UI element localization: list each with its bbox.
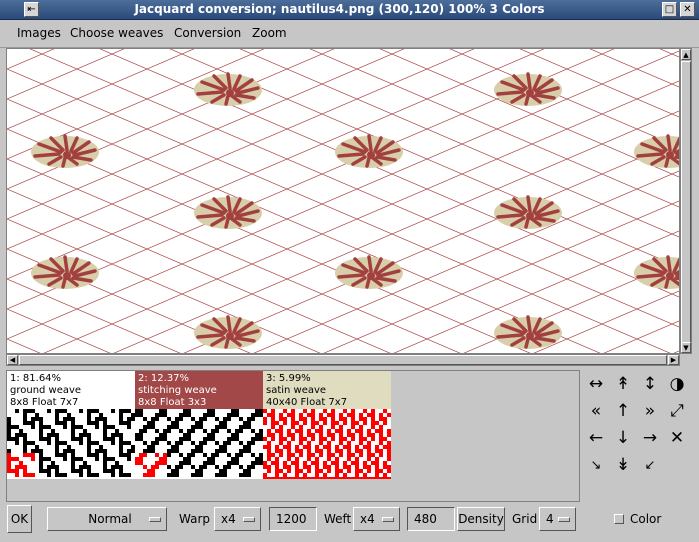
scroll-down-icon[interactable]: ▼ <box>681 342 691 353</box>
weave-header: 3: 5.99% satin weave 40x40 Float 7x7 <box>263 371 391 409</box>
up-icon[interactable]: ↑ <box>611 399 635 423</box>
vertical-scroll-thumb[interactable] <box>681 61 691 343</box>
weave-percent: 3: 5.99% <box>266 373 311 384</box>
weave-spec: 8x8 Float 3x3 <box>138 397 207 408</box>
weave-slot-2[interactable]: 2: 12.37% stitching weave 8x8 Float 3x3 <box>135 371 263 479</box>
scroll-right-icon[interactable]: ▶ <box>668 355 679 365</box>
weft-multiplier-select[interactable]: x4 <box>353 507 400 531</box>
close-icon[interactable]: ✕ <box>680 2 695 17</box>
weave-spec: 8x8 Float 7x7 <box>10 397 79 408</box>
mode-select[interactable]: Normal <box>47 507 167 531</box>
weave-pattern <box>263 409 391 479</box>
weft-multiplier-value: x4 <box>360 512 375 526</box>
bottom-toolbar: OK Normal Warp x4 1200 Weft x4 480 Densi… <box>0 504 699 542</box>
dropdown-icon <box>558 517 570 522</box>
dropdown-icon <box>149 517 161 522</box>
menu-bar: Images Choose weaves Conversion Zoom <box>0 20 699 48</box>
weave-slot-1[interactable]: 1: 81.64% ground weave 8x8 Float 7x7 <box>7 371 135 479</box>
color-label: Color <box>630 512 662 526</box>
pattern-preview <box>7 49 679 353</box>
nautilus-motif <box>192 72 264 108</box>
down-icon[interactable]: ↓ <box>611 426 635 450</box>
weave-header: 1: 81.64% ground weave 8x8 Float 7x7 <box>7 371 135 409</box>
window-menu-icon[interactable]: ⇤ <box>24 2 39 17</box>
weave-pattern <box>135 409 263 479</box>
image-canvas[interactable] <box>6 48 680 354</box>
weave-name: satin weave <box>266 385 327 396</box>
menu-conversion[interactable]: Conversion <box>174 26 241 40</box>
grid-value: 4 <box>546 512 554 526</box>
nautilus-motif <box>492 72 564 108</box>
weave-spec: 40x40 Float 7x7 <box>266 397 348 408</box>
weave-header: 2: 12.37% stitching weave 8x8 Float 3x3 <box>135 371 263 409</box>
right-icon[interactable]: → <box>638 426 662 450</box>
weft-input[interactable]: 480 <box>407 507 455 531</box>
weave-percent: 2: 12.37% <box>138 373 190 384</box>
color-checkbox[interactable] <box>614 514 624 524</box>
scroll-up-icon[interactable]: ▲ <box>681 49 691 60</box>
weave-slot-3[interactable]: 3: 5.99% satin weave 40x40 Float 7x7 <box>263 371 391 479</box>
nautilus-motif <box>333 134 405 170</box>
warp-label: Warp <box>179 512 211 526</box>
weave-pattern <box>7 409 135 479</box>
dropdown-icon <box>243 517 255 522</box>
horizontal-scroll-thumb[interactable] <box>19 355 667 365</box>
double-up-icon[interactable]: ↟ <box>611 372 635 396</box>
half-fill-icon[interactable]: ◑ <box>665 372 689 396</box>
expand-horizontal-icon[interactable]: ↔ <box>584 372 608 396</box>
transform-buttons: ↔ ↟ ↕ ◑ « ↑ » ⤢ ← ↓ → ✕ ↘ ↡ ↙ <box>584 372 692 482</box>
double-right-icon[interactable]: » <box>638 399 662 423</box>
nautilus-motif <box>333 255 405 291</box>
double-down-icon[interactable]: ↡ <box>611 453 635 477</box>
weaves-panel: 1: 81.64% ground weave 8x8 Float 7x7 2: … <box>6 370 580 502</box>
vertical-scrollbar[interactable]: ▲ ▼ <box>680 48 692 354</box>
shrink-diagonal-icon[interactable]: ⤢ <box>665 399 689 423</box>
weave-name: stitching weave <box>138 385 217 396</box>
weave-percent: 1: 81.64% <box>10 373 62 384</box>
warp-multiplier-value: x4 <box>221 512 236 526</box>
nautilus-motif <box>192 195 264 231</box>
nautilus-motif <box>492 315 564 351</box>
title-bar: ⇤ Jacquard conversion; nautilus4.png (30… <box>0 0 699 20</box>
double-left-icon[interactable]: « <box>584 399 608 423</box>
grid-label: Grid <box>512 512 538 526</box>
warp-multiplier-select[interactable]: x4 <box>214 507 261 531</box>
dropdown-icon <box>382 517 394 522</box>
flip-diagonal-right-icon[interactable]: ↙ <box>638 453 662 477</box>
ok-button[interactable]: OK <box>7 505 32 533</box>
flip-diagonal-left-icon[interactable]: ↘ <box>584 453 608 477</box>
minimize-icon[interactable]: □ <box>662 2 677 17</box>
menu-zoom[interactable]: Zoom <box>252 26 287 40</box>
cross-icon[interactable]: ✕ <box>665 426 689 450</box>
nautilus-motif <box>29 255 101 291</box>
nautilus-motif <box>492 195 564 231</box>
nautilus-motif <box>192 315 264 351</box>
weave-name: ground weave <box>10 385 82 396</box>
density-button[interactable]: Density <box>457 507 505 531</box>
menu-choose-weaves[interactable]: Choose weaves <box>70 26 163 40</box>
nautilus-motif <box>29 134 101 170</box>
grid-select[interactable]: 4 <box>539 507 576 531</box>
expand-vertical-icon[interactable]: ↕ <box>638 372 662 396</box>
left-icon[interactable]: ← <box>584 426 608 450</box>
scroll-left-icon[interactable]: ◀ <box>7 355 18 365</box>
weft-label: Weft <box>324 512 352 526</box>
window-title: Jacquard conversion; nautilus4.png (300,… <box>134 2 545 16</box>
horizontal-scrollbar[interactable]: ◀ ▶ <box>6 354 680 366</box>
menu-images[interactable]: Images <box>17 26 61 40</box>
warp-input[interactable]: 1200 <box>269 507 317 531</box>
